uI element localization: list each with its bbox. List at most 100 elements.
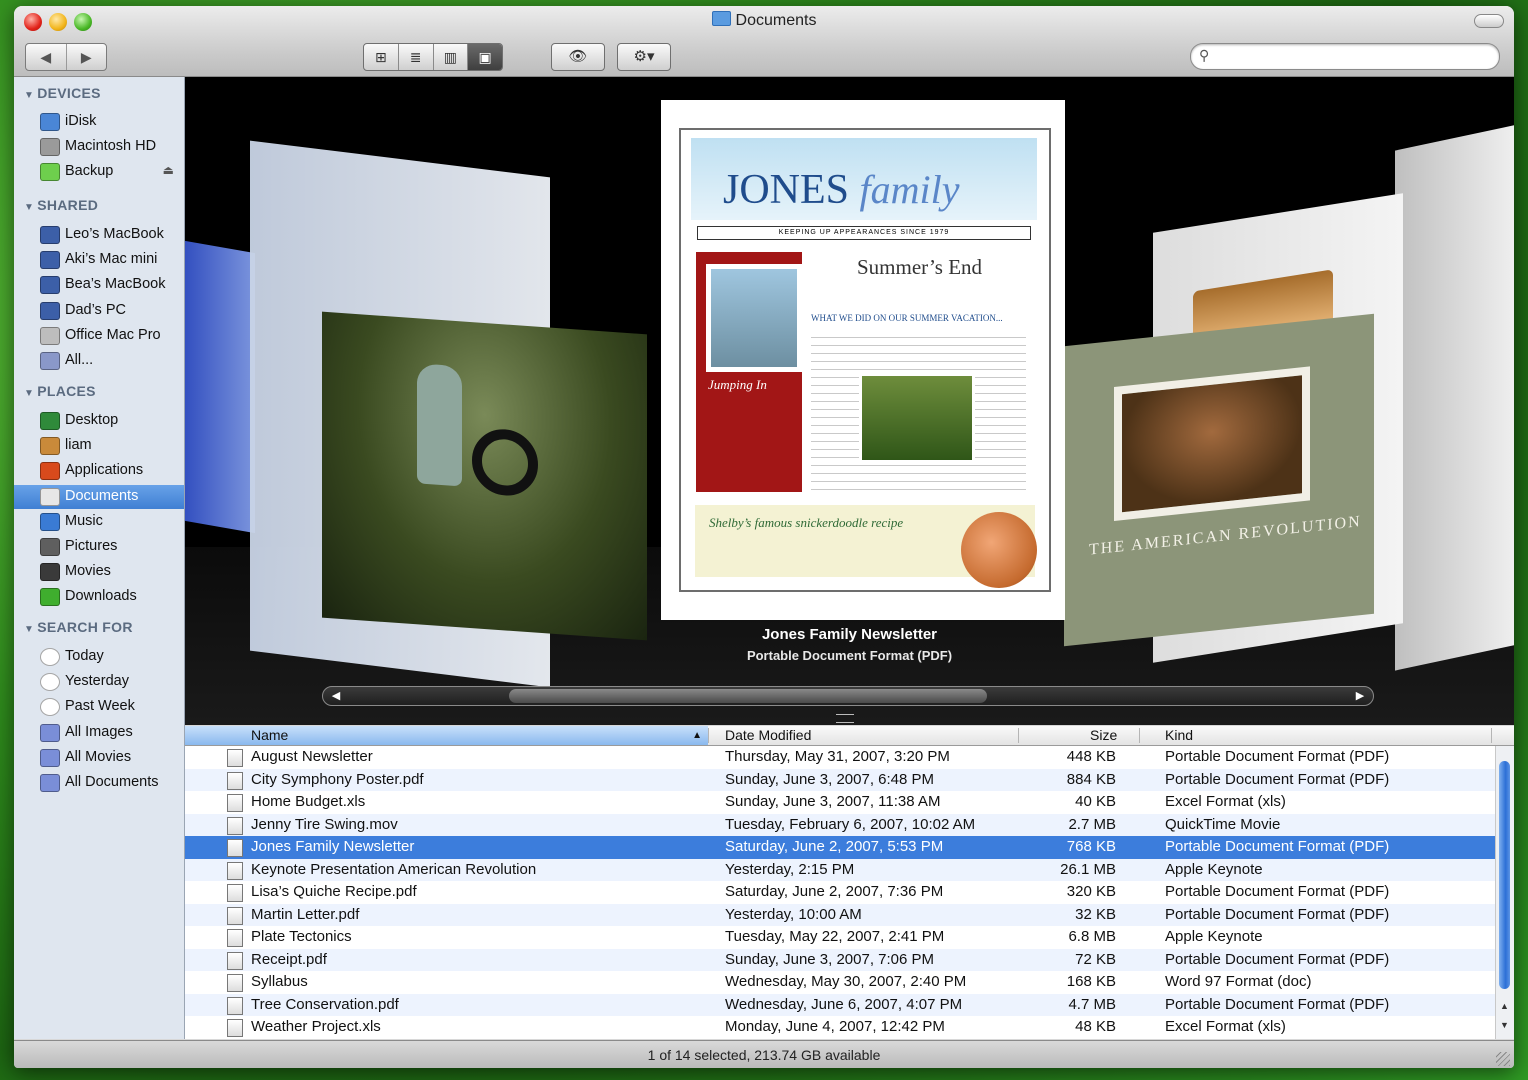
sidebar-item-bea-s-macbook[interactable]: Bea’s MacBook bbox=[14, 273, 184, 297]
sidebar-item-aki-s-mac-mini[interactable]: Aki’s Mac mini bbox=[14, 248, 184, 272]
date-modified-cell: Saturday, June 2, 2007, 7:36 PM bbox=[725, 883, 944, 900]
column-divider[interactable] bbox=[1139, 728, 1140, 743]
smart-folder-icon bbox=[40, 723, 60, 742]
sidebar-item-today[interactable]: Today bbox=[14, 645, 184, 669]
sidebar-item-past-week[interactable]: Past Week bbox=[14, 695, 184, 719]
cover-lisas-quiche-recipe[interactable] bbox=[1395, 123, 1514, 671]
sidebar-section-devices[interactable]: ▼ DEVICES bbox=[24, 85, 101, 101]
resize-grip-icon[interactable] bbox=[1496, 1052, 1510, 1066]
sidebar-section-search-for[interactable]: ▼ SEARCH FOR bbox=[24, 619, 133, 635]
sidebar-section-places[interactable]: ▼ PLACES bbox=[24, 383, 96, 399]
disclosure-triangle-icon[interactable]: ▼ bbox=[24, 202, 34, 213]
table-row[interactable]: Receipt.pdf Sunday, June 3, 2007, 7:06 PM… bbox=[185, 948, 1495, 971]
file-name-cell: Jones Family Newsletter bbox=[251, 838, 415, 855]
list-view-button[interactable]: ≣ bbox=[397, 44, 433, 70]
table-row[interactable]: August Newsletter Thursday, May 31, 2007,… bbox=[185, 746, 1495, 769]
sidebar-item-documents[interactable]: Documents bbox=[14, 484, 184, 509]
file-icon bbox=[227, 749, 243, 767]
sidebar-item-downloads[interactable]: Downloads bbox=[14, 585, 184, 609]
cover-flow-scroll-left-button[interactable]: ◀ bbox=[325, 687, 347, 705]
column-divider[interactable] bbox=[708, 728, 709, 743]
sidebar-item-desktop[interactable]: Desktop bbox=[14, 409, 184, 433]
toolbar-toggle-button[interactable] bbox=[1474, 14, 1504, 28]
table-row[interactable]: Lisa’s Quiche Recipe.pdf Saturday, June 2… bbox=[185, 881, 1495, 904]
cover-jones-family-newsletter[interactable]: JONES family KEEPING UP APPEARANCES SINC… bbox=[661, 100, 1065, 620]
sidebar-item-movies[interactable]: Movies bbox=[14, 560, 184, 584]
file-name-cell: Syllabus bbox=[251, 973, 308, 990]
sidebar-item-all-documents[interactable]: All Documents bbox=[14, 771, 184, 795]
sidebar-item-yesterday[interactable]: Yesterday bbox=[14, 670, 184, 694]
sidebar-item-all-images[interactable]: All Images bbox=[14, 721, 184, 745]
column-header-kind[interactable]: Kind bbox=[1165, 726, 1193, 745]
forward-button[interactable]: ▶ bbox=[65, 44, 107, 70]
cover-keynote-american-revolution[interactable]: THE AMERICAN REVOLUTION bbox=[1064, 313, 1374, 647]
sidebar-item-dad-s-pc[interactable]: Dad’s PC bbox=[14, 299, 184, 323]
sidebar-item-pictures[interactable]: Pictures bbox=[14, 535, 184, 559]
table-row[interactable]: Martin Letter.pdf Yesterday, 10:00 AM 32 K… bbox=[185, 903, 1495, 926]
sidebar-item-all[interactable]: All... bbox=[14, 349, 184, 373]
table-row[interactable]: Jones Family Newsletter Saturday, June 2,… bbox=[185, 836, 1495, 859]
cover-flow-scroll-right-button[interactable]: ▶ bbox=[1349, 687, 1371, 705]
size-cell: 168 KB bbox=[1066, 973, 1116, 990]
column-header-name[interactable]: Name ▲ bbox=[185, 726, 708, 745]
cover-flow-view-button[interactable]: ▣ bbox=[467, 44, 502, 70]
table-row[interactable]: Weather Project.xls Monday, June 4, 2007,… bbox=[185, 1016, 1495, 1039]
table-row[interactable]: Home Budget.xls Sunday, June 3, 2007, 11:… bbox=[185, 791, 1495, 814]
sidebar-item-backup[interactable]: Backup ⏏ bbox=[14, 160, 184, 184]
date-modified-cell: Thursday, May 31, 2007, 3:20 PM bbox=[725, 748, 950, 765]
size-cell: 2.7 MB bbox=[1068, 815, 1116, 833]
column-header-size[interactable]: Size bbox=[1090, 726, 1117, 745]
sidebar-item-applications[interactable]: Applications bbox=[14, 459, 184, 483]
search-input[interactable] bbox=[1217, 47, 1491, 64]
column-view-button[interactable]: ▥ bbox=[432, 44, 468, 70]
sidebar-item-all-movies[interactable]: All Movies bbox=[14, 746, 184, 770]
quick-look-button[interactable]: 👁 bbox=[551, 43, 605, 71]
column-divider[interactable] bbox=[1491, 728, 1492, 743]
sidebar-item-liam[interactable]: liam bbox=[14, 434, 184, 458]
cover-flow-scroll-thumb[interactable] bbox=[509, 689, 987, 703]
search-icon: ⚲ bbox=[1199, 47, 1210, 63]
monitor-icon bbox=[40, 251, 60, 270]
sidebar-item-macintosh-hd[interactable]: Macintosh HD bbox=[14, 135, 184, 159]
size-cell: 448 KB bbox=[1066, 748, 1116, 765]
cover-flow-scrollbar[interactable]: ◀ ▶ bbox=[322, 686, 1374, 706]
table-row[interactable]: Tree Conservation.pdf Wednesday, June 6, … bbox=[185, 993, 1495, 1016]
sidebar-section-shared[interactable]: ▼ SHARED bbox=[24, 197, 98, 213]
table-row[interactable]: Jenny Tire Swing.mov Tuesday, February 6,… bbox=[185, 813, 1495, 836]
file-name-cell: Receipt.pdf bbox=[251, 950, 327, 968]
action-menu-button[interactable]: ⚙▾ bbox=[617, 43, 671, 71]
disclosure-triangle-icon[interactable]: ▼ bbox=[24, 90, 34, 101]
scroll-down-arrow-icon[interactable]: ▼ bbox=[1500, 1020, 1509, 1030]
disclosure-triangle-icon[interactable]: ▼ bbox=[24, 388, 34, 399]
sidebar-item-music[interactable]: Music bbox=[14, 510, 184, 534]
column-divider[interactable] bbox=[1018, 728, 1019, 743]
sidebar-section-label: DEVICES bbox=[37, 85, 101, 101]
cover-city-symphony-poster[interactable] bbox=[185, 240, 255, 534]
back-button[interactable]: ◀ bbox=[26, 44, 66, 70]
table-row[interactable]: Plate Tectonics Tuesday, May 22, 2007, 2:… bbox=[185, 926, 1495, 949]
pane-resize-handle[interactable] bbox=[836, 714, 854, 723]
search-field[interactable]: ⚲ bbox=[1190, 43, 1500, 70]
newsletter-title: JONES family bbox=[723, 166, 960, 214]
back-forward-control: ◀ ▶ bbox=[25, 43, 107, 71]
table-row[interactable]: Syllabus Wednesday, May 30, 2007, 2:40 PM… bbox=[185, 971, 1495, 994]
file-name-cell: Tree Conservation.pdf bbox=[251, 995, 399, 1013]
table-row[interactable]: Keynote Presentation American Revolution… bbox=[185, 858, 1495, 881]
disclosure-triangle-icon[interactable]: ▼ bbox=[24, 624, 34, 635]
list-scroll-thumb[interactable] bbox=[1499, 761, 1510, 989]
clock-icon bbox=[40, 673, 60, 692]
icon-view-button[interactable]: ⊞ bbox=[364, 44, 398, 70]
date-modified-cell: Tuesday, May 22, 2007, 2:41 PM bbox=[725, 928, 945, 945]
cover-jenny-tire-swing[interactable] bbox=[322, 311, 647, 641]
table-row[interactable]: City Symphony Poster.pdf Sunday, June 3, … bbox=[185, 768, 1495, 791]
size-cell: 4.7 MB bbox=[1068, 995, 1116, 1013]
sidebar-item-idisk[interactable]: iDisk bbox=[14, 110, 184, 134]
sidebar-item-leo-s-macbook[interactable]: Leo’s MacBook bbox=[14, 223, 184, 247]
sidebar-item-office-mac-pro[interactable]: Office Mac Pro bbox=[14, 324, 184, 348]
scroll-up-arrow-icon[interactable]: ▲ bbox=[1500, 1001, 1509, 1011]
eject-icon[interactable]: ⏏ bbox=[163, 163, 174, 177]
newsletter-title-b: family bbox=[859, 167, 960, 212]
list-scrollbar[interactable]: ▲ ▼ bbox=[1495, 746, 1514, 1039]
file-icon bbox=[227, 929, 243, 947]
column-header-date[interactable]: Date Modified bbox=[725, 726, 811, 745]
